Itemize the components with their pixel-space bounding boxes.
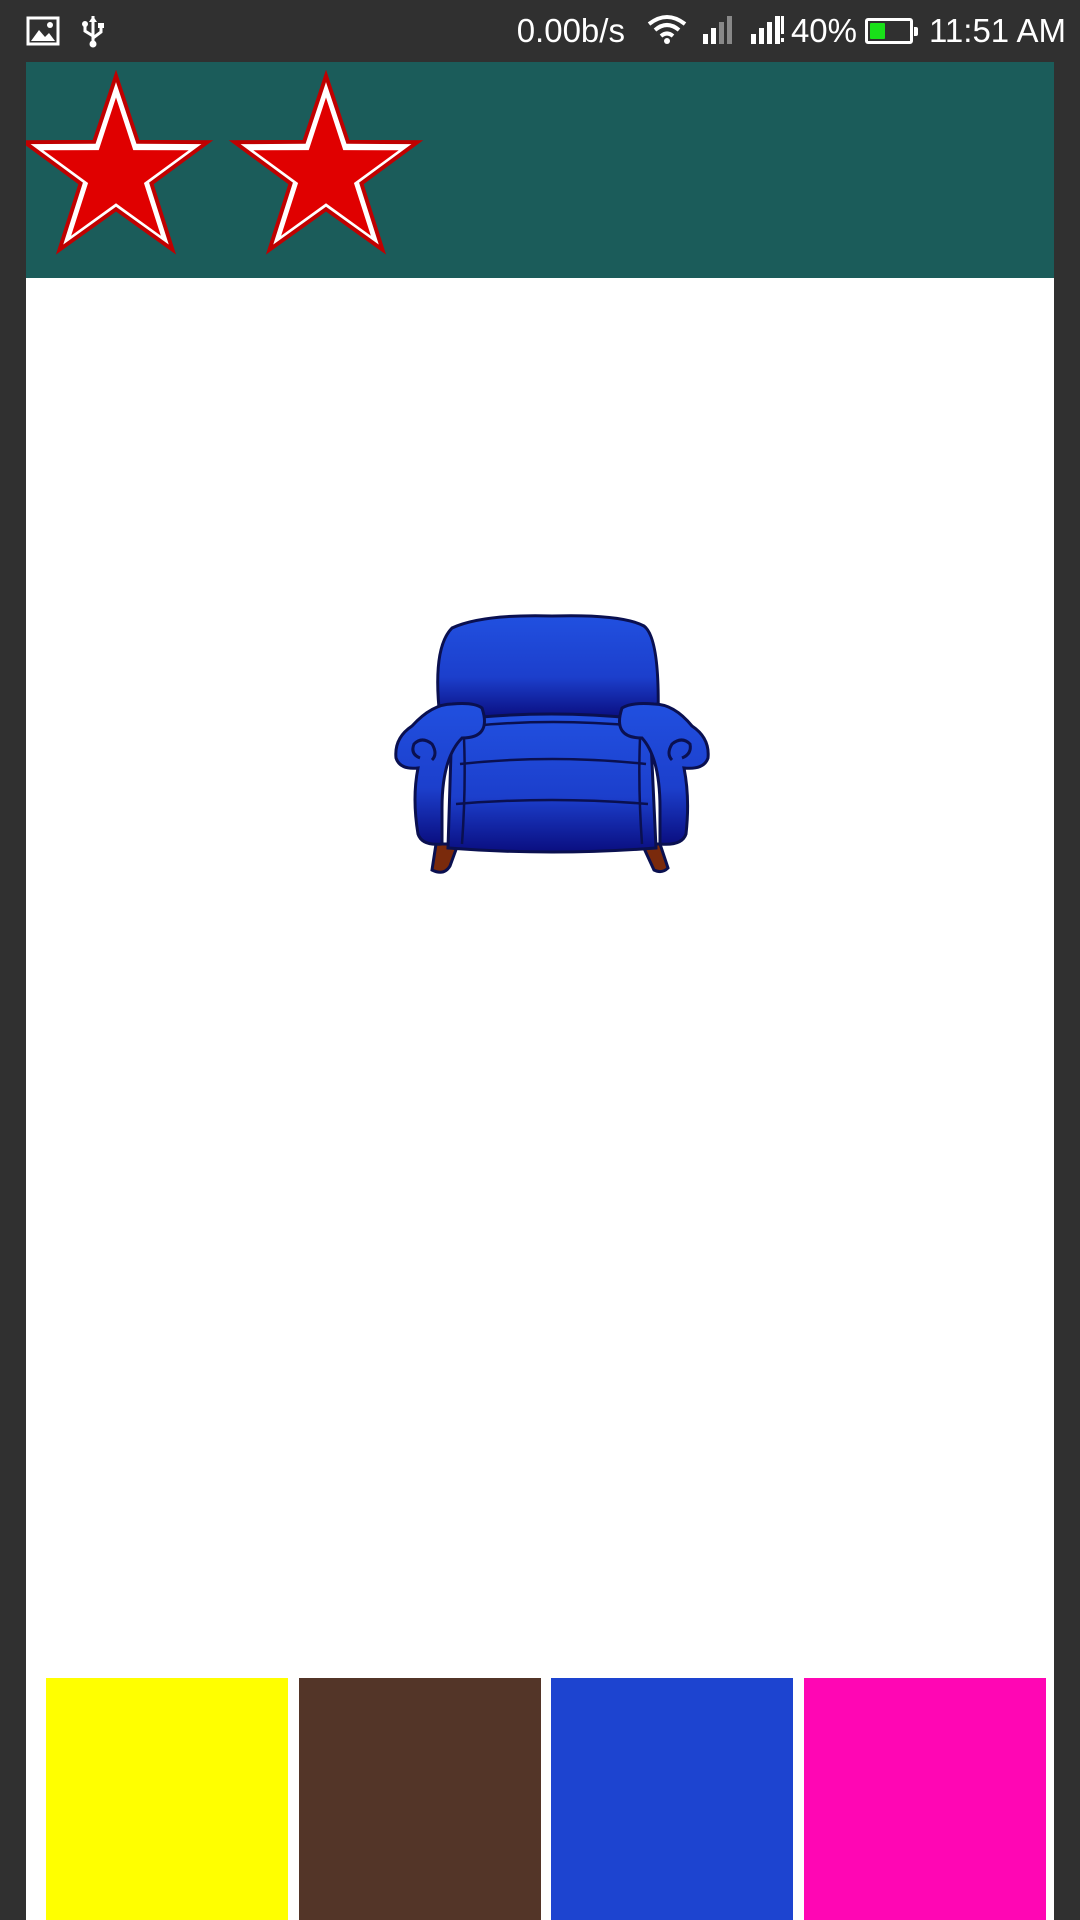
image-icon — [26, 16, 60, 51]
color-swatch-blue[interactable] — [551, 1678, 794, 1920]
battery-level — [870, 23, 886, 39]
color-picker — [46, 1678, 1046, 1920]
usb-icon — [80, 14, 106, 53]
score-header — [26, 62, 1054, 278]
color-swatch-brown[interactable] — [298, 1678, 541, 1920]
status-bar-right: 0.00b/s 40% 11:51 AM — [503, 8, 1066, 54]
color-swatch-pink[interactable] — [803, 1678, 1046, 1920]
app-screen — [26, 62, 1054, 1920]
status-bar: 0.00b/s 40% 11:51 AM — [0, 0, 1080, 62]
picture-area — [26, 278, 1054, 1740]
clock: 11:51 AM — [929, 12, 1066, 49]
battery-icon — [865, 18, 919, 44]
color-swatch-yellow[interactable] — [46, 1678, 288, 1920]
status-bar-left — [26, 14, 106, 53]
network-speed: 0.00b/s — [516, 12, 625, 49]
armchair-image[interactable] — [392, 608, 712, 888]
wifi-icon — [647, 14, 687, 49]
signal-2-icon — [749, 14, 785, 49]
signal-1-icon — [701, 14, 735, 49]
star-icon — [228, 70, 424, 255]
star-icon — [26, 70, 214, 255]
battery-percent: 40% — [790, 12, 858, 49]
